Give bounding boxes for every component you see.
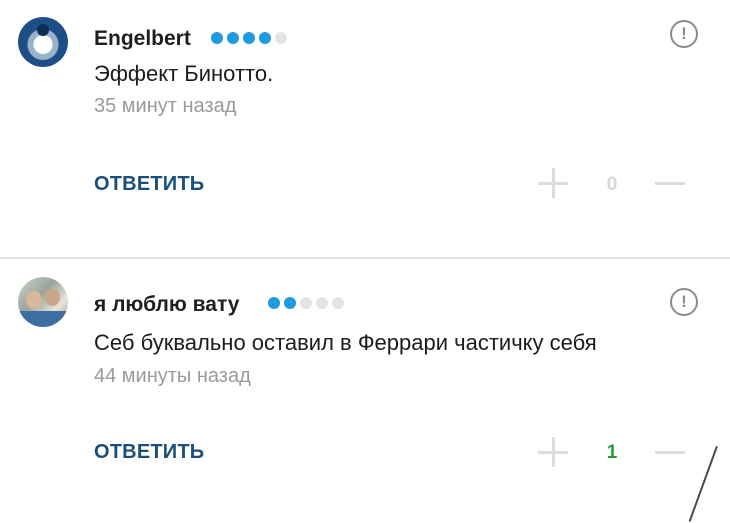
comment-item: я люблю вату Себ буквально оставил в Фер… bbox=[0, 260, 730, 523]
comment-item: Engelbert Эффект Бинотто. 35 минут назад… bbox=[0, 0, 730, 258]
avatar[interactable] bbox=[18, 277, 68, 327]
rating-dot-empty bbox=[275, 32, 287, 44]
user-rating-dots bbox=[211, 32, 287, 44]
rating-dot-empty bbox=[332, 297, 344, 309]
reply-button[interactable]: ОТВЕТИТЬ bbox=[94, 173, 204, 196]
downvote-minus-icon[interactable] bbox=[655, 168, 685, 198]
avatar[interactable] bbox=[18, 17, 68, 67]
rating-dot-filled bbox=[227, 32, 239, 44]
upvote-plus-icon[interactable] bbox=[538, 437, 568, 467]
rating-dot-filled bbox=[259, 32, 271, 44]
reply-button[interactable]: ОТВЕТИТЬ bbox=[94, 441, 204, 464]
report-icon[interactable]: ! bbox=[670, 20, 698, 48]
upvote-plus-icon[interactable] bbox=[538, 168, 568, 198]
rating-dot-filled bbox=[211, 32, 223, 44]
comment-author[interactable]: я люблю вату bbox=[94, 293, 239, 317]
user-rating-dots bbox=[268, 297, 344, 309]
comment-author[interactable]: Engelbert bbox=[94, 27, 191, 51]
rating-dot-empty bbox=[316, 297, 328, 309]
vote-score: 1 bbox=[606, 442, 618, 463]
vote-score: 0 bbox=[606, 174, 618, 195]
comment-divider bbox=[0, 257, 730, 259]
rating-dot-filled bbox=[268, 297, 280, 309]
comment-timestamp: 35 минут назад bbox=[94, 95, 237, 117]
downvote-minus-icon[interactable] bbox=[655, 437, 685, 467]
report-icon[interactable]: ! bbox=[670, 288, 698, 316]
comment-timestamp: 44 минуты назад bbox=[94, 365, 251, 387]
rating-dot-filled bbox=[284, 297, 296, 309]
comment-text: Эффект Бинотто. bbox=[94, 61, 274, 86]
rating-dot-empty bbox=[300, 297, 312, 309]
rating-dot-filled bbox=[243, 32, 255, 44]
comment-text: Себ буквально оставил в Феррари частичку… bbox=[94, 330, 597, 355]
